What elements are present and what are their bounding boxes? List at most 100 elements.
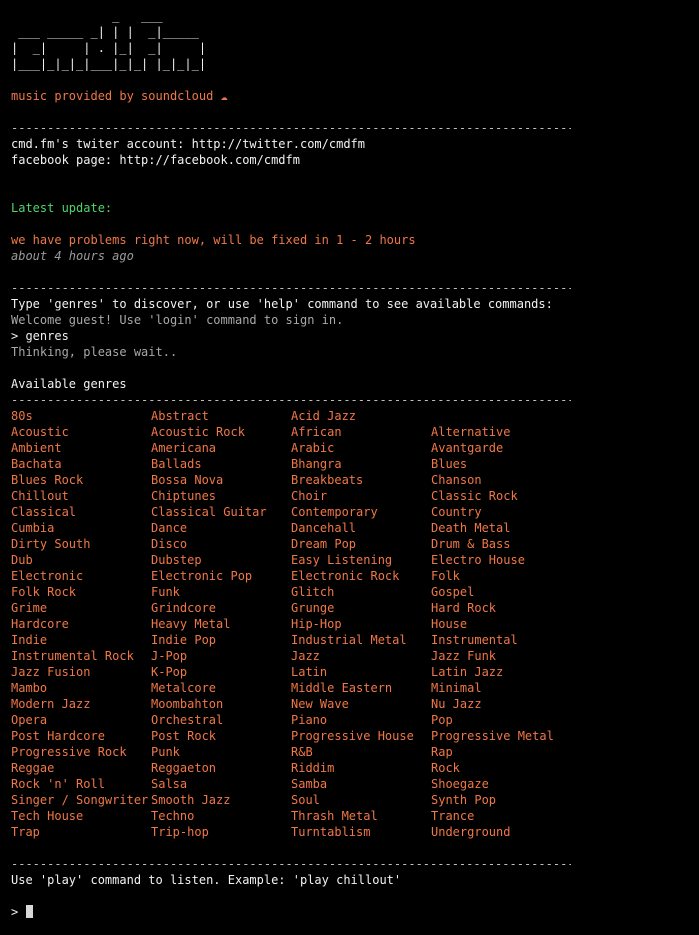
genre-item[interactable]: Acoustic <box>11 424 151 440</box>
genre-item[interactable]: Progressive House <box>291 728 431 744</box>
genre-item[interactable]: Abstract <box>151 408 291 424</box>
genre-item[interactable]: Ballads <box>151 456 291 472</box>
genre-item[interactable]: Industrial Metal <box>291 632 431 648</box>
genre-item[interactable]: Trance <box>431 808 571 824</box>
genre-item[interactable]: Rap <box>431 744 571 760</box>
genre-item[interactable]: Middle Eastern <box>291 680 431 696</box>
genre-item[interactable]: Instrumental <box>431 632 571 648</box>
genre-item[interactable]: Dub <box>11 552 151 568</box>
genre-item[interactable]: African <box>291 424 431 440</box>
genre-item[interactable]: Post Hardcore <box>11 728 151 744</box>
genre-item[interactable]: Jazz <box>291 648 431 664</box>
genre-item[interactable]: Rock <box>431 760 571 776</box>
genre-item[interactable]: Folk Rock <box>11 584 151 600</box>
genre-item[interactable]: Indie <box>11 632 151 648</box>
genre-item[interactable]: Reggae <box>11 760 151 776</box>
genre-item[interactable]: Easy Listening <box>291 552 431 568</box>
genre-item[interactable]: Dubstep <box>151 552 291 568</box>
genre-item[interactable]: Trip-hop <box>151 824 291 840</box>
genre-item[interactable]: Instrumental Rock <box>11 648 151 664</box>
genre-item[interactable]: Choir <box>291 488 431 504</box>
genre-item[interactable]: Jazz Funk <box>431 648 571 664</box>
genre-item[interactable]: Piano <box>291 712 431 728</box>
genre-item[interactable]: Reggaeton <box>151 760 291 776</box>
genre-item[interactable]: Acoustic Rock <box>151 424 291 440</box>
genre-item[interactable]: Death Metal <box>431 520 571 536</box>
genre-item[interactable]: Hip-Hop <box>291 616 431 632</box>
genre-item[interactable]: Folk <box>431 568 571 584</box>
genre-item[interactable]: Classical <box>11 504 151 520</box>
genre-item[interactable]: Heavy Metal <box>151 616 291 632</box>
genre-item[interactable]: Avantgarde <box>431 440 571 456</box>
genre-item[interactable]: Hardcore <box>11 616 151 632</box>
genre-item[interactable]: K-Pop <box>151 664 291 680</box>
genre-item[interactable]: Turntablism <box>291 824 431 840</box>
genre-item[interactable]: Blues Rock <box>11 472 151 488</box>
genre-item[interactable]: R&B <box>291 744 431 760</box>
genre-item[interactable]: Latin Jazz <box>431 664 571 680</box>
genre-item[interactable]: Electro House <box>431 552 571 568</box>
genre-item[interactable]: Glitch <box>291 584 431 600</box>
genre-item[interactable]: Bossa Nova <box>151 472 291 488</box>
genre-item[interactable]: Rock 'n' Roll <box>11 776 151 792</box>
genre-item[interactable]: Nu Jazz <box>431 696 571 712</box>
genre-item[interactable]: Bhangra <box>291 456 431 472</box>
genre-item[interactable]: Opera <box>11 712 151 728</box>
genre-item[interactable]: Arabic <box>291 440 431 456</box>
genre-item[interactable]: Chiptunes <box>151 488 291 504</box>
genre-item[interactable]: Riddim <box>291 760 431 776</box>
genre-item[interactable]: Classical Guitar <box>151 504 291 520</box>
genre-item[interactable]: Smooth Jazz <box>151 792 291 808</box>
genre-item[interactable]: Progressive Rock <box>11 744 151 760</box>
genre-item[interactable]: Acid Jazz <box>291 408 431 424</box>
genre-item[interactable]: Soul <box>291 792 431 808</box>
genre-item[interactable]: Trap <box>11 824 151 840</box>
terminal-window[interactable]: _ ___ ___ _____ _| | | _|_____ | _| | . … <box>11 8 691 920</box>
genre-item[interactable]: Punk <box>151 744 291 760</box>
genre-item[interactable]: Grindcore <box>151 600 291 616</box>
genre-item[interactable]: Thrash Metal <box>291 808 431 824</box>
cursor-icon[interactable] <box>26 905 34 918</box>
genre-item[interactable]: Hard Rock <box>431 600 571 616</box>
genre-item[interactable]: Ambient <box>11 440 151 456</box>
genre-item[interactable]: Dirty South <box>11 536 151 552</box>
genre-item[interactable]: Techno <box>151 808 291 824</box>
genre-item[interactable]: Grunge <box>291 600 431 616</box>
genre-item[interactable]: Grime <box>11 600 151 616</box>
genre-item[interactable]: House <box>431 616 571 632</box>
genre-item[interactable]: Bachata <box>11 456 151 472</box>
genre-item[interactable]: Chillout <box>11 488 151 504</box>
genre-item[interactable]: Drum & Bass <box>431 536 571 552</box>
genre-item[interactable]: Samba <box>291 776 431 792</box>
genre-item[interactable]: Indie Pop <box>151 632 291 648</box>
genre-item[interactable]: Minimal <box>431 680 571 696</box>
genre-item[interactable]: Cumbia <box>11 520 151 536</box>
genre-item[interactable]: Post Rock <box>151 728 291 744</box>
genre-item[interactable]: Modern Jazz <box>11 696 151 712</box>
genre-item[interactable]: Metalcore <box>151 680 291 696</box>
genre-item[interactable]: Disco <box>151 536 291 552</box>
genre-item[interactable]: J-Pop <box>151 648 291 664</box>
genre-item[interactable]: Underground <box>431 824 571 840</box>
genre-item[interactable]: Pop <box>431 712 571 728</box>
genre-item[interactable]: Electronic <box>11 568 151 584</box>
genre-item[interactable]: New Wave <box>291 696 431 712</box>
genre-item[interactable]: Electronic Rock <box>291 568 431 584</box>
genre-item[interactable]: Funk <box>151 584 291 600</box>
genre-item[interactable]: Singer / Songwriter <box>11 792 151 808</box>
genre-item[interactable]: Synth Pop <box>431 792 571 808</box>
genre-item[interactable]: Blues <box>431 456 571 472</box>
genre-item[interactable]: Americana <box>151 440 291 456</box>
genre-item[interactable]: Classic Rock <box>431 488 571 504</box>
genre-item[interactable]: Shoegaze <box>431 776 571 792</box>
genre-item[interactable]: Country <box>431 504 571 520</box>
genre-item[interactable]: Dancehall <box>291 520 431 536</box>
genre-item[interactable]: Jazz Fusion <box>11 664 151 680</box>
genre-item[interactable]: 80s <box>11 408 151 424</box>
genre-item[interactable]: Chanson <box>431 472 571 488</box>
genre-item[interactable]: Gospel <box>431 584 571 600</box>
command-input-line[interactable]: > <box>11 904 691 920</box>
genre-item[interactable]: Dream Pop <box>291 536 431 552</box>
genre-item[interactable]: Electronic Pop <box>151 568 291 584</box>
genre-item[interactable]: Salsa <box>151 776 291 792</box>
